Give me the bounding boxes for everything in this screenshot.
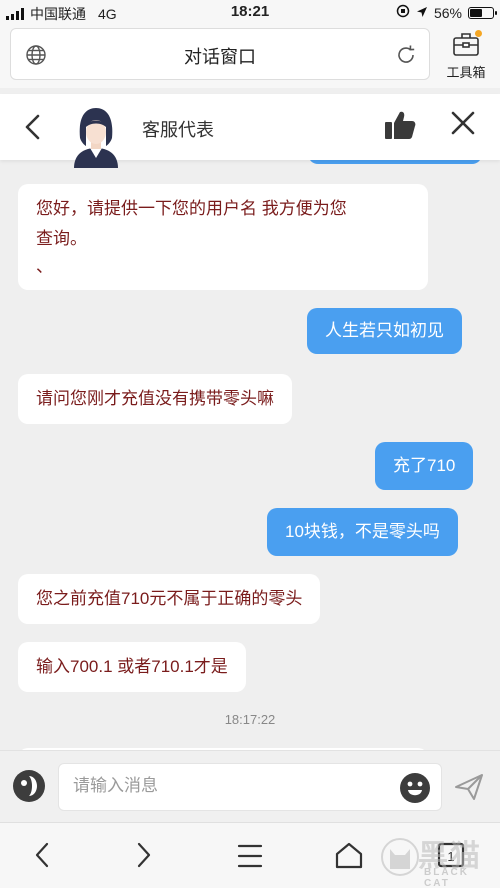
browser-bottom-nav: 1 黑猫 BLACK CAT [0, 822, 500, 888]
clipped-message-bubble [308, 160, 482, 164]
message-input-box[interactable] [58, 763, 442, 811]
status-right: 56% [396, 4, 497, 21]
orientation-lock-icon [396, 4, 410, 21]
emoji-icon[interactable] [399, 772, 431, 809]
menu-icon[interactable] [236, 843, 264, 874]
message-input[interactable] [73, 776, 373, 796]
agent-message: 您之前充值710元不属于正确的零头 [18, 574, 321, 624]
message-timestamp: 18:17:22 [224, 712, 276, 727]
nav-back-icon[interactable] [32, 841, 52, 874]
battery-percent: 56% [433, 4, 462, 21]
close-icon[interactable] [450, 110, 476, 141]
send-icon[interactable] [454, 773, 484, 806]
page-title: 对话窗口 [184, 47, 256, 67]
agent-message: 您好，请提供一下您的用户名 我方便为您 查询。 、 [18, 184, 428, 290]
address-bar[interactable]: 对话窗口 [10, 28, 430, 80]
voice-toggle-icon[interactable] [12, 769, 46, 808]
agent-message: 输入700.1 或者710.1才是 [18, 642, 246, 692]
thumbs-up-icon[interactable] [384, 110, 416, 145]
home-icon[interactable] [334, 841, 364, 874]
browser-bar: 对话窗口 工具箱 [0, 24, 500, 88]
user-message: 人生若只如初见 [307, 308, 462, 354]
watermark-en: BLACK CAT [424, 867, 469, 888]
chat-header: 客服代表 [0, 94, 500, 168]
message-line: 您好，请提供一下您的用户名 我方便为您 [36, 199, 347, 218]
back-button[interactable] [22, 114, 44, 145]
battery-icon [468, 6, 497, 19]
reload-icon[interactable] [395, 44, 417, 71]
notification-dot [475, 30, 482, 37]
status-bar: 中国联通 4G 18:21 56% [0, 0, 500, 24]
agent-avatar [68, 104, 124, 168]
watermark-logo: 黑猫 BLACK CAT [380, 829, 498, 888]
agent-message: 请问您刚才充值没有携带零头嘛 [18, 374, 292, 424]
toolbox-button[interactable]: 工具箱 [442, 28, 490, 80]
user-message: 充了710 [375, 442, 474, 490]
agent-name: 客服代表 [142, 120, 214, 140]
toolbox-label: 工具箱 [446, 65, 486, 80]
message-list[interactable]: 您好，请提供一下您的用户名 我方便为您 查询。 、 人生若只如初见 请问您刚才充… [0, 160, 500, 750]
location-icon [416, 5, 428, 21]
input-bar [0, 750, 500, 822]
message-line: 查询。 [36, 229, 87, 248]
message-line: 、 [36, 257, 53, 276]
nav-forward-icon[interactable] [134, 841, 154, 874]
cat-icon [380, 833, 420, 886]
user-message: 10块钱，不是零头吗 [267, 508, 458, 556]
